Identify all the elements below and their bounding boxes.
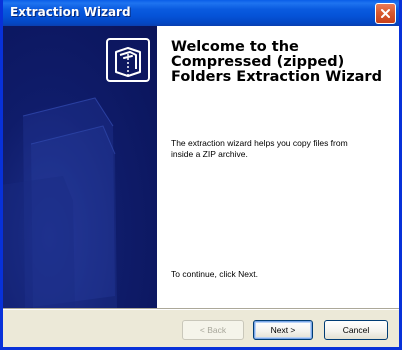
wizard-content: Welcome to the Compressed (zipped) Folde…: [157, 26, 399, 308]
wizard-side-panel: [3, 26, 157, 308]
close-button[interactable]: [375, 3, 396, 24]
cancel-button[interactable]: Cancel: [324, 320, 388, 340]
back-button-label: < Back: [199, 325, 227, 335]
wizard-description: The extraction wizard helps you copy fil…: [171, 138, 348, 159]
extraction-wizard-window: Extraction Wizard Welcome to the Compres…: [0, 0, 402, 350]
window-title: Extraction Wizard: [10, 5, 131, 19]
title-bar[interactable]: Extraction Wizard: [3, 0, 399, 26]
back-button[interactable]: < Back: [182, 320, 244, 340]
continue-instruction: To continue, click Next.: [171, 269, 258, 279]
wizard-heading: Welcome to the Compressed (zipped) Folde…: [171, 39, 382, 85]
close-icon: [381, 9, 390, 18]
button-divider: [3, 308, 399, 310]
cancel-button-label: Cancel: [342, 325, 370, 335]
next-button-label: Next >: [270, 325, 296, 335]
compressed-folder-icon: [106, 38, 150, 82]
next-button[interactable]: Next >: [253, 320, 313, 340]
